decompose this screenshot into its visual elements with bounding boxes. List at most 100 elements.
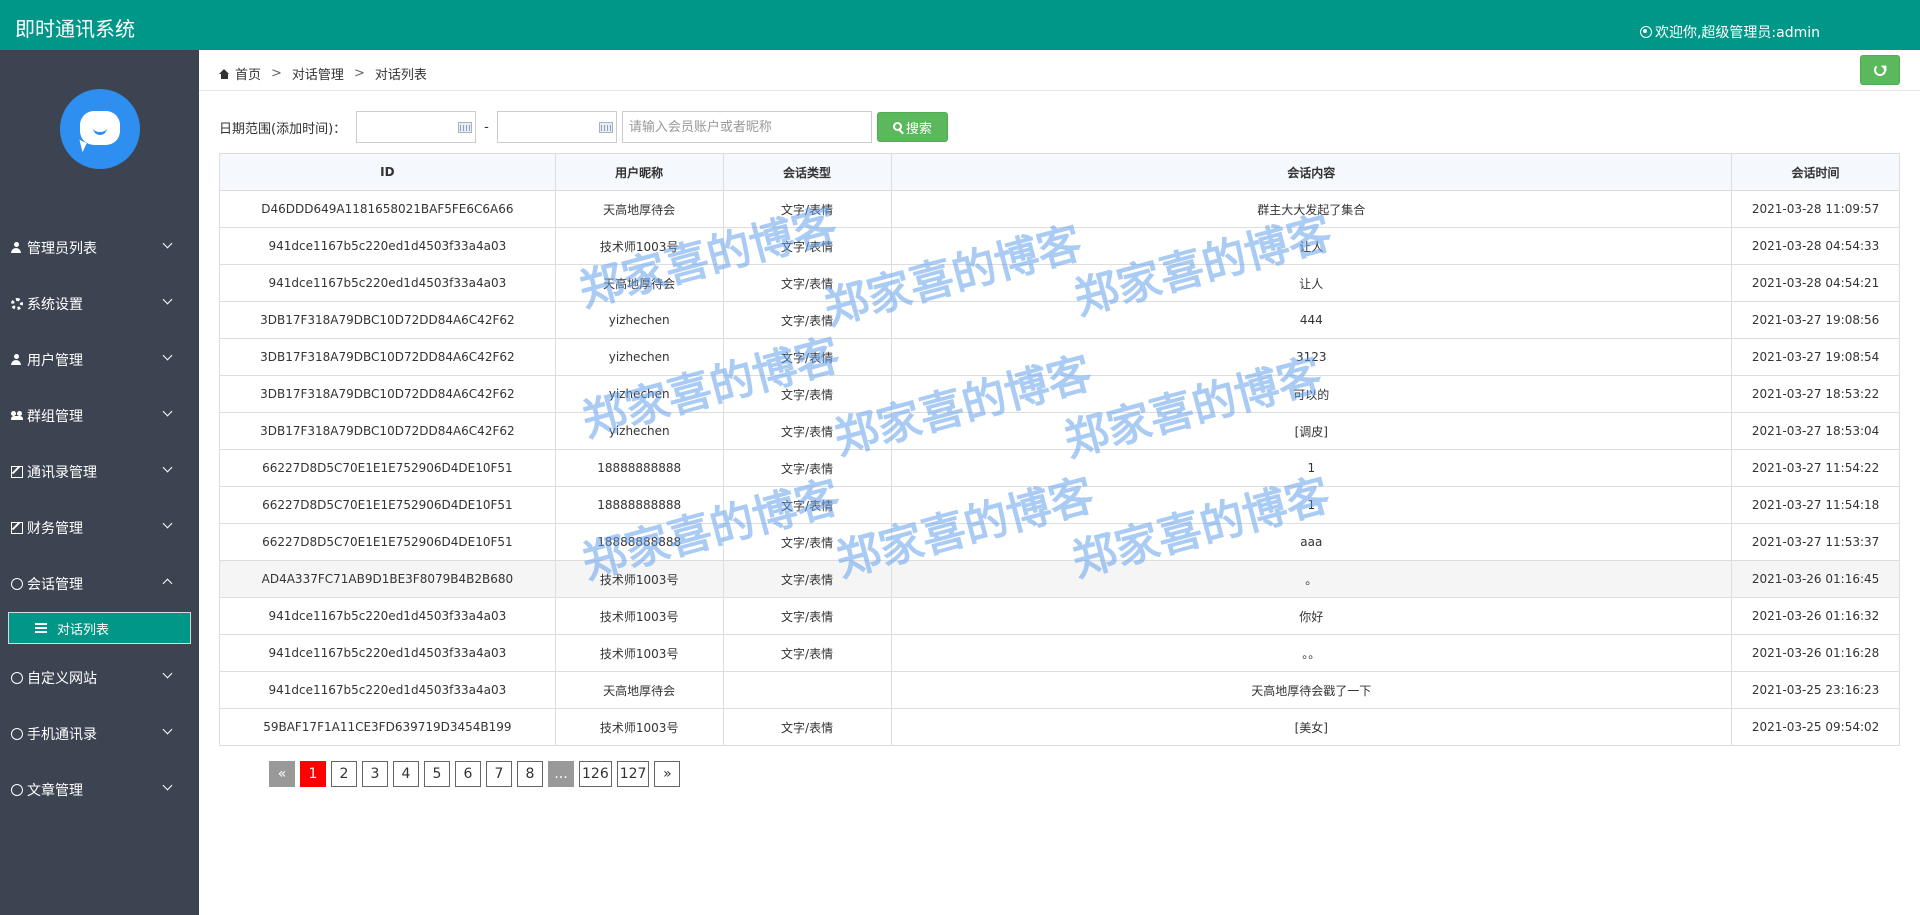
search-button[interactable]: 搜索 [876, 112, 948, 142]
table-row[interactable]: 59BAF17F1A11CE3FD639719D3454B199 技术师1003号… [219, 708, 1900, 746]
search-button-label: 搜索 [905, 121, 932, 137]
table-row[interactable]: AD4A337FC71AB9D1BE3F8079B4B2B680 技术师1003号… [219, 560, 1900, 598]
user-circle-icon [1639, 26, 1652, 38]
table-cell: 3DB17F318A79DBC10D72DD84A6C42F62 [219, 375, 556, 413]
page-number-button[interactable]: 3 [362, 761, 388, 787]
table-row[interactable]: 66227D8D5C70E1E1E752906D4DE10F51 18888888… [219, 523, 1900, 561]
column-header: ID [219, 153, 556, 191]
table-row[interactable]: 941dce1167b5c220ed1d4503f33a4a03 技术师1003号… [219, 227, 1900, 265]
table-header-row: ID 用户昵称 会话类型 会话内容 会话时间 [219, 153, 1900, 191]
page-number-button[interactable]: 127 [616, 761, 650, 787]
sidebar-item[interactable]: 自定义网站 [0, 650, 199, 706]
sidebar-item-label: 通讯录管理 [27, 465, 97, 481]
table-row[interactable]: 941dce1167b5c220ed1d4503f33a4a03 技术师1003号… [219, 634, 1900, 672]
table-cell: 59BAF17F1A11CE3FD639719D3454B199 [219, 708, 556, 746]
breadcrumb-home[interactable]: 首页 [235, 64, 261, 83]
table-cell: 2021-03-25 09:54:02 [1731, 708, 1900, 746]
table-cell: 1 [890, 449, 1733, 487]
sidebar-item[interactable]: 会话管理 [0, 556, 199, 612]
sidebar-item[interactable]: 文章管理 [0, 762, 199, 818]
table-cell: 群主大大发起了集合 [890, 190, 1733, 228]
chevron-down-icon [162, 350, 173, 361]
table-row[interactable]: 3DB17F318A79DBC10D72DD84A6C42F62 yizheche… [219, 375, 1900, 413]
sidebar-item[interactable]: 通讯录管理 [0, 444, 199, 500]
search-icon [892, 121, 902, 131]
table-cell: yizhechen [554, 338, 724, 376]
table-cell: yizhechen [554, 301, 724, 339]
calendar-icon[interactable] [598, 122, 613, 133]
sidebar-item-label: 系统设置 [27, 297, 83, 313]
table-row[interactable]: 941dce1167b5c220ed1d4503f33a4a03 技术师1003号… [219, 597, 1900, 635]
chevron-down-icon [162, 668, 173, 679]
sidebar-item-label: 管理员列表 [27, 241, 97, 257]
table-cell: 2021-03-27 11:54:22 [1731, 449, 1900, 487]
table-cell: 文字/表情 [722, 597, 892, 635]
page-number-button[interactable]: 2 [331, 761, 357, 787]
page-number-button[interactable]: 7 [486, 761, 512, 787]
page-number-button[interactable]: 1 [300, 761, 326, 787]
sidebar-subitem-label: 对话列表 [57, 622, 110, 638]
sidebar-item[interactable]: 群组管理 [0, 388, 199, 444]
chevron-down-icon [162, 518, 173, 529]
sidebar-item[interactable]: 管理员列表 [0, 220, 199, 276]
table-row[interactable]: 66227D8D5C70E1E1E752906D4DE10F51 18888888… [219, 486, 1900, 524]
sidebar-item[interactable]: 财务管理 [0, 500, 199, 556]
page-number-button[interactable]: 8 [517, 761, 543, 787]
page-number-button[interactable]: 126 [579, 761, 612, 787]
page-next-button[interactable]: » [654, 761, 681, 787]
table-cell: 文字/表情 [722, 412, 892, 450]
sidebar-item[interactable]: 系统设置 [0, 276, 199, 332]
table-row[interactable]: 3DB17F318A79DBC10D72DD84A6C42F62 yizheche… [219, 301, 1900, 339]
refresh-button[interactable] [1860, 55, 1900, 85]
calendar-icon[interactable] [458, 122, 473, 133]
chat-icon [11, 672, 23, 684]
edit-icon [11, 522, 23, 534]
table-cell: 技术师1003号 [554, 227, 724, 265]
table-cell: 2021-03-26 01:16:28 [1731, 634, 1900, 672]
welcome-text: 欢迎你,超级管理员:admin [1654, 25, 1820, 41]
table-cell: 让人 [890, 227, 1733, 265]
welcome-area[interactable]: 欢迎你,超级管理员:admin [1639, 22, 1820, 42]
table-cell: 2021-03-27 19:08:56 [1731, 301, 1900, 339]
table-cell: 你好 [890, 597, 1733, 635]
chat-bubble-logo-icon [80, 111, 120, 145]
table-cell: 。 [890, 560, 1733, 598]
sidebar-menu: 管理员列表系统设置用户管理 群组管理通讯录管理财务管理会话管理对话列表自定义网站手… [0, 220, 199, 818]
table-row[interactable]: 941dce1167b5c220ed1d4503f33a4a03 天高地厚待会 天高… [219, 671, 1900, 709]
sidebar-subitem-conversation-list[interactable]: 对话列表 [8, 612, 191, 644]
sidebar-item-label: 自定义网站 [27, 671, 97, 687]
chat-icon [11, 784, 23, 796]
page-number-button[interactable]: 4 [393, 761, 419, 787]
table-cell: 2021-03-26 01:16:32 [1731, 597, 1900, 635]
breadcrumb-separator: > [353, 66, 365, 81]
table-row[interactable]: 3DB17F318A79DBC10D72DD84A6C42F62 yizheche… [219, 338, 1900, 376]
table-row[interactable]: D46DDD649A1181658021BAF5FE6C6A66 天高地厚待会 文字… [219, 190, 1900, 228]
end-date-input[interactable] [496, 111, 617, 143]
table-cell: 文字/表情 [722, 523, 892, 561]
sidebar-item[interactable]: 手机通讯录 [0, 706, 199, 762]
table-cell: 2021-03-28 04:54:21 [1731, 264, 1900, 302]
table-row[interactable]: 3DB17F318A79DBC10D72DD84A6C42F62 yizheche… [219, 412, 1900, 450]
gear-icon [11, 298, 23, 310]
breadcrumb-bar: 首页 > 对话管理 > 对话列表 [199, 50, 1920, 91]
table-cell: 66227D8D5C70E1E1E752906D4DE10F51 [219, 523, 556, 561]
sidebar-item-label: 财务管理 [27, 521, 83, 537]
sidebar-item[interactable]: 用户管理 [0, 332, 199, 388]
table-row[interactable]: 941dce1167b5c220ed1d4503f33a4a03 天高地厚待会 文字… [219, 264, 1900, 302]
page-prev-button[interactable]: « [269, 761, 295, 787]
table-cell: D46DDD649A1181658021BAF5FE6C6A66 [219, 190, 556, 228]
table-cell: 941dce1167b5c220ed1d4503f33a4a03 [219, 671, 556, 709]
search-input[interactable] [621, 111, 872, 143]
chevron-down-icon [162, 406, 173, 417]
table-cell: yizhechen [554, 375, 724, 413]
start-date-input[interactable] [356, 111, 477, 143]
table-row[interactable]: 66227D8D5C70E1E1E752906D4DE10F51 18888888… [219, 449, 1900, 487]
chevron-down-icon [162, 294, 173, 305]
table-cell: 941dce1167b5c220ed1d4503f33a4a03 [219, 634, 556, 672]
breadcrumb-conversation-mgmt[interactable]: 对话管理 [292, 64, 344, 83]
chevron-down-icon [162, 724, 173, 735]
page-number-button[interactable]: 5 [424, 761, 450, 787]
page-number-button[interactable]: 6 [455, 761, 481, 787]
table-cell: 天高地厚待会 [554, 264, 724, 302]
chevron-down-icon [162, 462, 173, 473]
